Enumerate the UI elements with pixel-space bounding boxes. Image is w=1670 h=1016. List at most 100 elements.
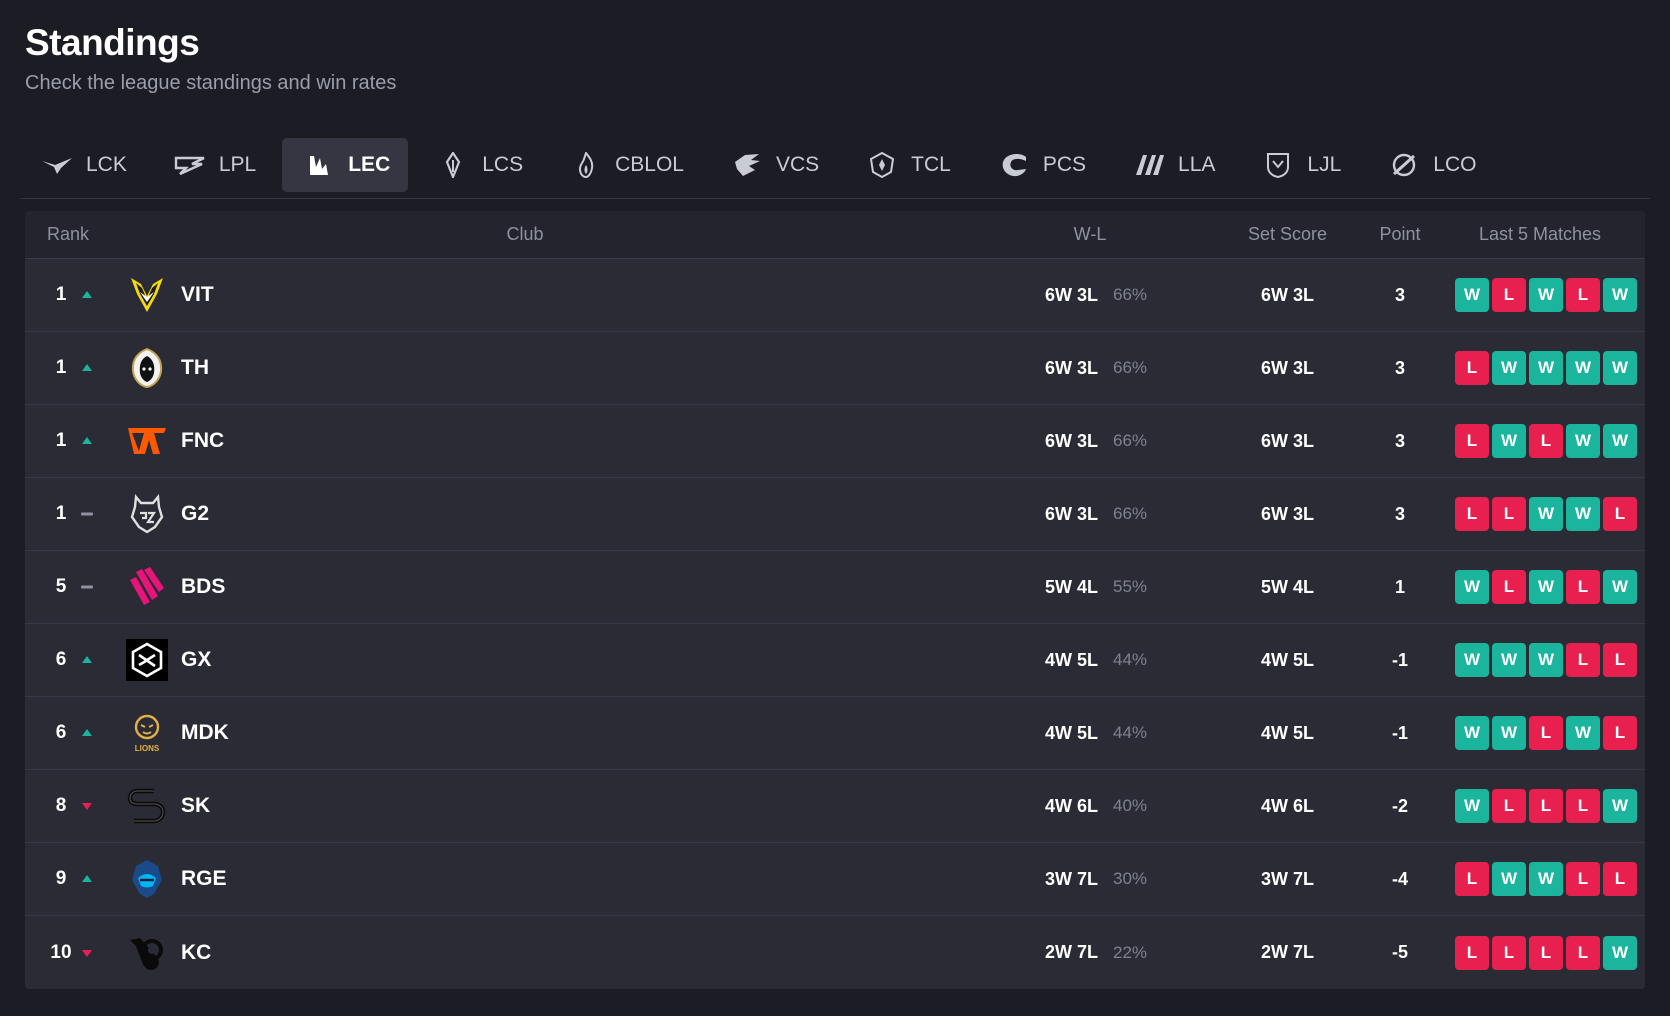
tab-lpl[interactable]: LPL (153, 138, 274, 192)
match-result-badge: L (1566, 935, 1600, 970)
match-result-badge: L (1603, 497, 1637, 531)
table-row[interactable]: 6 LIONS MDK 4W 5L 44% 4W 5L -1 W W L W L (25, 697, 1645, 770)
club-cell: GX (125, 638, 1005, 682)
match-result-badge: W (1603, 278, 1637, 312)
match-result-badge: L (1566, 570, 1600, 604)
team-name[interactable]: GX (181, 648, 211, 672)
team-name[interactable]: FNC (181, 429, 224, 453)
rank-cell: 8 (25, 795, 125, 817)
match-result-badge: W (1455, 789, 1489, 823)
rank-number: 1 (55, 503, 67, 524)
table-row[interactable]: 5 BDS 5W 4L 55% 5W 4L 1 W L W L W (25, 551, 1645, 624)
club-cell: KC (125, 931, 1005, 975)
lla-icon (1132, 151, 1166, 179)
rank-cell: 5 (25, 576, 125, 598)
tab-cblol[interactable]: CBLOL (549, 138, 702, 192)
league-tabs: LCK LPL LEC LCS CBLOL VCS TCL PCS LLA LJL LCO (20, 138, 1650, 199)
tab-lec[interactable]: LEC (282, 138, 409, 192)
match-result-badge: L (1529, 424, 1563, 458)
bds-logo (125, 565, 169, 609)
rank-cell: 1 (25, 503, 125, 525)
win-loss: 6W 3L (1045, 357, 1099, 378)
tab-ljl[interactable]: LJL (1241, 138, 1359, 192)
team-name[interactable]: KC (181, 941, 211, 965)
match-result-badge: L (1492, 935, 1526, 970)
tab-lco[interactable]: LCO (1367, 138, 1494, 192)
wl-cell: 3W 7L 30% (1005, 869, 1215, 890)
match-result-badge: W (1566, 424, 1600, 458)
tab-label: VCS (775, 153, 820, 176)
team-name[interactable]: MDK (181, 721, 229, 745)
win-rate: 66% (1113, 285, 1148, 304)
wl-cell: 4W 5L 44% (1005, 650, 1215, 671)
club-cell: RGE (125, 857, 1005, 901)
tab-lcs[interactable]: LCS (416, 138, 541, 192)
tab-vcs[interactable]: VCS (710, 138, 837, 192)
tab-tcl[interactable]: TCL (845, 138, 969, 192)
tab-pcs[interactable]: PCS (977, 138, 1104, 192)
table-row[interactable]: 6 GX 4W 5L 44% 4W 5L -1 W W W L L (25, 624, 1645, 697)
trend-same-icon (79, 581, 95, 593)
table-row[interactable]: 8 SK 4W 6L 40% 4W 6L -2 W L L L W (25, 770, 1645, 843)
club-cell: LIONS MDK (125, 711, 1005, 755)
ljl-icon (1261, 151, 1295, 179)
rank-cell: 6 (25, 649, 125, 671)
rank-cell: 10 (25, 942, 125, 964)
win-rate: 44% (1113, 723, 1148, 742)
rank-cell: 1 (25, 284, 125, 306)
rank-number: 6 (55, 722, 67, 743)
match-result-badge: L (1455, 935, 1489, 970)
match-result-badge: W (1603, 789, 1637, 823)
match-result-badge: W (1529, 570, 1563, 604)
header-last-5: Last 5 Matches (1478, 224, 1602, 244)
win-loss: 2W 7L (1045, 942, 1099, 962)
match-result-badge: W (1492, 424, 1526, 458)
table-row[interactable]: 1 FNC 6W 3L 66% 6W 3L 3 L W L W W (25, 405, 1645, 478)
page-subtitle: Check the league standings and win rates (25, 72, 397, 94)
match-result-badge: W (1529, 497, 1563, 531)
giantx-logo (125, 638, 169, 682)
match-result-badge: L (1455, 497, 1489, 531)
set-score: 4W 5L (1260, 649, 1314, 670)
wl-cell: 6W 3L 66% (1005, 285, 1215, 306)
tab-label: LEC (348, 153, 391, 176)
match-result-badge: L (1492, 570, 1526, 604)
team-name[interactable]: TH (181, 356, 209, 380)
team-name[interactable]: VIT (181, 283, 214, 307)
match-result-badge: L (1455, 424, 1489, 458)
last-5-matches: LLWWL (1440, 497, 1645, 531)
team-name[interactable]: G2 (181, 502, 209, 526)
match-result-badge: W (1492, 716, 1526, 750)
table-row[interactable]: 10 KC 2W 7L 22% 2W 7L -5 L L L L W (25, 916, 1645, 989)
tab-lla[interactable]: LLA (1112, 138, 1233, 192)
table-row[interactable]: 1 G2 6W 3L 66% 6W 3L 3 L L W W L (25, 478, 1645, 551)
match-result-badge: W (1603, 424, 1637, 458)
match-result-badge: L (1603, 716, 1637, 750)
match-result-badge: L (1455, 351, 1489, 385)
match-result-badge: W (1455, 570, 1489, 604)
g2-logo (125, 492, 169, 536)
table-row[interactable]: 9 RGE 3W 7L 30% 3W 7L -4 L W W L L (25, 843, 1645, 916)
tab-lck[interactable]: LCK (20, 138, 145, 192)
points: -1 (1391, 722, 1408, 743)
match-result-badge: L (1603, 862, 1637, 896)
last-5-matches: WWWLL (1440, 643, 1645, 677)
match-result-badge: L (1566, 278, 1600, 312)
team-name[interactable]: BDS (181, 575, 225, 599)
fnatic-logo (125, 419, 169, 463)
win-rate: 66% (1113, 431, 1148, 450)
table-row[interactable]: 1 VIT 6W 3L 66% 6W 3L 3 W L W L W (25, 259, 1645, 332)
team-name[interactable]: SK (181, 794, 210, 818)
rank-cell: 1 (25, 357, 125, 379)
win-loss: 3W 7L (1045, 868, 1099, 889)
trend-up-icon (79, 362, 95, 374)
page-header: Standings Check the league standings and… (25, 20, 396, 95)
match-result-badge: W (1492, 862, 1526, 896)
match-result-badge: L (1455, 862, 1489, 896)
rank-number: 6 (55, 649, 67, 670)
rank-cell: 1 (25, 430, 125, 452)
table-row[interactable]: 1 TH 6W 3L 66% 6W 3L 3 L W W W W (25, 332, 1645, 405)
trend-up-icon (79, 435, 95, 447)
team-name[interactable]: RGE (181, 867, 227, 891)
tab-label: TCL (911, 153, 951, 176)
